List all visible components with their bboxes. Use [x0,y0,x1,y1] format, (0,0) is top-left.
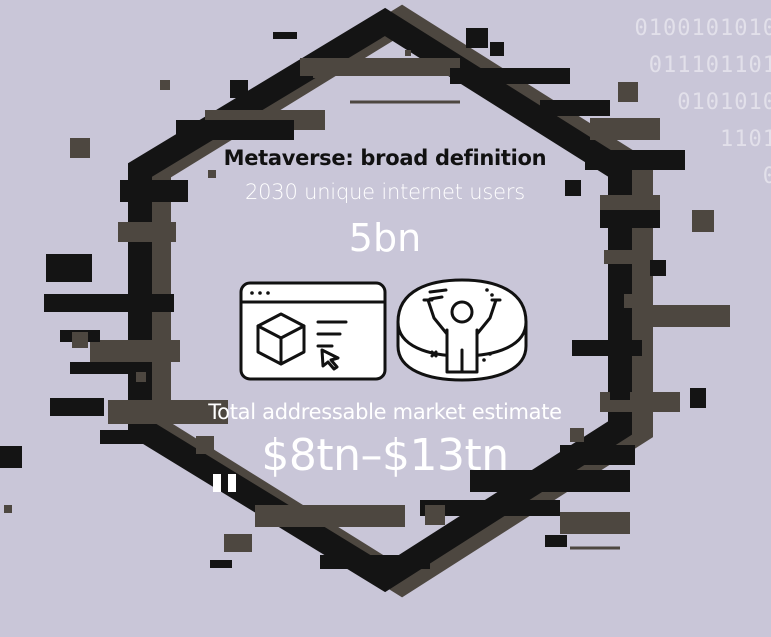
market-value: $8tn–$13tn [261,430,509,481]
heading-title: Metaverse: broad definition [223,146,547,170]
users-label: 2030 unique internet users [244,180,526,204]
glitch-hexagon-frame [0,4,730,598]
person-vr-immersive-screen-icon [396,278,528,382]
infographic: 0100101010 011101101 0101010 1101 0 Meta… [0,0,771,637]
market-label: Total addressable market estimate [208,400,562,424]
browser-window-cube-cursor-icon [239,281,387,381]
users-value: 5bn [348,216,422,260]
